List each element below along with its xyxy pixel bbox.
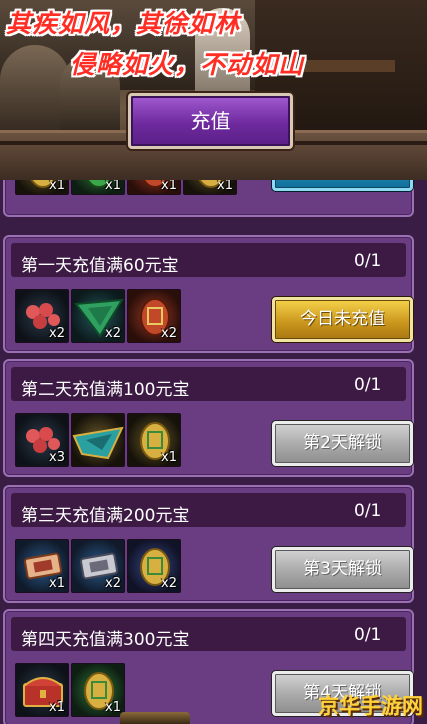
item-quantity: x1 [49, 576, 65, 591]
item-quantity: x1 [161, 180, 177, 193]
item-quantity: x1 [161, 450, 177, 465]
banner: 其疾如风，其徐如林 侵略如火，不动如山 充值 [0, 0, 427, 180]
task-title: 第二天充值满100元宝 [21, 380, 190, 400]
item-quantity: x1 [217, 180, 233, 193]
task-panel-day-2: 第二天充值满100元宝 0/1 x3 x1 第2天解锁 [3, 359, 414, 477]
slogan-line-1: 其疾如风，其徐如林 [6, 9, 241, 38]
task-progress: 0/1 [354, 375, 382, 395]
task-title: 第四天充值满300元宝 [21, 630, 190, 650]
item-quantity: x1 [49, 180, 65, 193]
red-token-icon[interactable]: x2 [127, 289, 181, 343]
task-panel-day-3: 第三天充值满200元宝 0/1 x1 x2 x2 第3天解锁 [3, 485, 414, 603]
task-panel-partial: x1 x1 x1 x1 领取 [3, 180, 414, 217]
gold-token-icon[interactable]: x1 [15, 180, 69, 195]
unlock-day-2-button[interactable]: 第2天解锁 [272, 421, 413, 466]
talisman-tag-silver-icon[interactable]: x2 [71, 539, 125, 593]
claim-button[interactable]: 领取 [272, 180, 413, 191]
item-quantity: x1 [105, 700, 121, 715]
site-watermark: 京华手游网 [318, 694, 423, 718]
recharge-button[interactable]: 充值 [128, 93, 293, 149]
not-recharged-today-button[interactable]: 今日未充值 [272, 297, 413, 342]
item-quantity: x2 [105, 576, 121, 591]
gold-token-icon[interactable]: x1 [127, 413, 181, 467]
bottom-ornament [120, 712, 190, 724]
task-progress: 0/1 [354, 251, 382, 271]
slogan-line-2: 侵略如火，不动如山 [70, 50, 305, 79]
item-quantity: x1 [49, 700, 65, 715]
talisman-tag-icon[interactable]: x1 [15, 539, 69, 593]
gold-token-icon[interactable]: x1 [183, 180, 237, 195]
green-token-icon[interactable]: x1 [71, 180, 125, 195]
red-beads-icon[interactable]: x2 [15, 289, 69, 343]
green-scarf-icon[interactable]: x2 [71, 289, 125, 343]
item-quantity: x2 [161, 576, 177, 591]
item-quantity: x2 [105, 326, 121, 341]
task-progress: 0/1 [354, 501, 382, 521]
gold-token-icon[interactable]: x2 [127, 539, 181, 593]
teal-scarf-icon[interactable] [71, 413, 125, 467]
task-panel-day-1: 第一天充值满60元宝 0/1 x2 x2 x2 今日未充值 [3, 235, 414, 353]
reward-list[interactable]: x1 x1 x1 x1 领取 第一天充值满60元宝 0/1 x2 [0, 180, 427, 724]
task-title: 第一天充值满60元宝 [21, 256, 179, 276]
task-title: 第三天充值满200元宝 [21, 506, 190, 526]
treasure-chest-icon[interactable]: x1 [15, 663, 69, 717]
item-quantity: x2 [49, 326, 65, 341]
item-quantity: x1 [105, 180, 121, 193]
item-quantity: x2 [161, 326, 177, 341]
unlock-day-3-button[interactable]: 第3天解锁 [272, 547, 413, 592]
task-progress: 0/1 [354, 625, 382, 645]
red-beads-icon[interactable]: x3 [15, 413, 69, 467]
gold-token-icon[interactable]: x1 [71, 663, 125, 717]
item-quantity: x3 [49, 450, 65, 465]
red-token-icon[interactable]: x1 [127, 180, 181, 195]
